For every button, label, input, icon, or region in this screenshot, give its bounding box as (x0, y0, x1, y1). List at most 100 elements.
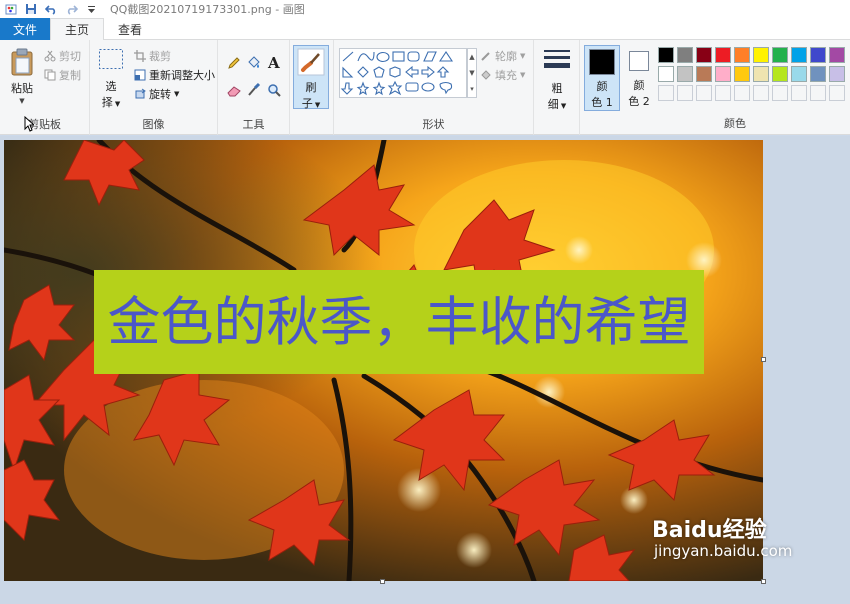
palette-swatch[interactable] (734, 66, 750, 82)
palette-swatch[interactable] (810, 66, 826, 82)
tab-file[interactable]: 文件 (0, 18, 51, 40)
palette-swatch[interactable] (753, 47, 769, 63)
palette-swatch[interactable] (696, 85, 712, 101)
line-width-icon (544, 50, 570, 68)
size-button[interactable]: 粗 细 ▼ (540, 48, 574, 111)
tools-group: A 工具 (218, 40, 290, 135)
rotate-dropdown-arrow[interactable]: ▼ (174, 90, 179, 98)
outline-button[interactable]: 轮廓 ▼ (480, 48, 525, 64)
size-label-bottom: 细 ▼ (547, 98, 567, 111)
colors-group-label: 颜色 (724, 117, 746, 130)
palette-swatch[interactable] (658, 47, 674, 63)
palette-swatch[interactable] (715, 47, 731, 63)
palette-swatch[interactable] (772, 66, 788, 82)
tab-home[interactable]: 主页 (50, 18, 105, 41)
brushes-label-bottom: 子 ▼ (301, 97, 321, 110)
paste-dropdown-arrow[interactable]: ▼ (6, 97, 38, 105)
resize-handle-bottom[interactable] (380, 579, 385, 584)
palette-swatch[interactable] (791, 47, 807, 63)
color1-label-bottom: 色 1 (591, 96, 613, 109)
palette-swatch[interactable] (810, 47, 826, 63)
palette-swatch[interactable] (715, 66, 731, 82)
palette-swatch[interactable] (677, 85, 693, 101)
pencil-icon[interactable] (227, 56, 241, 70)
palette-swatch[interactable] (772, 47, 788, 63)
palette-swatch[interactable] (829, 85, 845, 101)
crop-button[interactable]: 裁剪 (134, 48, 171, 64)
rotate-button[interactable]: 旋转 ▼ (134, 86, 179, 102)
color2-label-top: 颜 (633, 79, 645, 92)
copy-icon (44, 69, 56, 81)
copy-button[interactable]: 复制 (44, 67, 81, 83)
palette-swatch[interactable] (829, 47, 845, 63)
redo-icon[interactable] (64, 2, 78, 16)
resize-button[interactable]: 重新调整大小 (134, 67, 215, 83)
outline-label: 轮廓 (495, 50, 517, 63)
clipboard-group-label: 剪贴板 (28, 118, 61, 131)
paint-app-icon (4, 2, 18, 16)
eraser-icon[interactable] (227, 84, 242, 97)
palette-swatch[interactable] (810, 85, 826, 101)
crop-label: 裁剪 (149, 50, 171, 63)
text-tool-icon[interactable]: A (267, 54, 282, 70)
palette-swatch[interactable] (677, 66, 693, 82)
palette-swatch[interactable] (734, 47, 750, 63)
selection-icon (99, 49, 123, 69)
tab-view[interactable]: 查看 (104, 18, 156, 40)
size-label-top: 粗 (551, 82, 563, 95)
rotate-label: 旋转 (149, 88, 171, 101)
cut-label: 剪切 (59, 50, 81, 63)
fill-bucket-icon[interactable] (246, 55, 261, 70)
magnifier-icon[interactable] (267, 83, 281, 97)
palette-swatch[interactable] (696, 66, 712, 82)
palette-swatch[interactable] (829, 66, 845, 82)
palette-swatch[interactable] (734, 85, 750, 101)
paste-label: 粘贴 (11, 82, 33, 95)
save-icon[interactable] (24, 2, 38, 16)
select-button[interactable]: 选 择 ▼ (96, 48, 126, 112)
rotate-icon (135, 88, 146, 99)
cut-button[interactable]: 剪切 (44, 48, 81, 64)
resize-icon (134, 69, 146, 81)
size-group: 粗 细 ▼ (534, 40, 580, 135)
resize-handle-right[interactable] (761, 357, 766, 362)
tools-group-label: 工具 (242, 118, 265, 131)
brushes-button[interactable]: 刷 子 ▼ (293, 45, 329, 110)
fill-button[interactable]: 填充 ▼ (480, 67, 525, 83)
color-picker-icon[interactable] (247, 82, 261, 97)
palette-swatch[interactable] (791, 66, 807, 82)
palette-swatch[interactable] (753, 66, 769, 82)
ribbon-tabs: 文件 主页 查看 (0, 18, 850, 41)
svg-text:A: A (267, 54, 280, 70)
palette-swatch[interactable] (772, 85, 788, 101)
palette-swatch[interactable] (658, 85, 674, 101)
shapes-gallery-scroll[interactable]: ▲ ▼ ▾ (467, 48, 477, 98)
palette-swatch[interactable] (791, 85, 807, 101)
palette-swatch[interactable] (753, 85, 769, 101)
palette-swatch[interactable] (696, 47, 712, 63)
palette-swatch[interactable] (658, 66, 674, 82)
palette-swatch[interactable] (677, 47, 693, 63)
color1-button[interactable]: 颜 色 1 (584, 45, 620, 111)
window-title: QQ截图20210719173301.png - 画图 (110, 3, 305, 16)
palette-swatch[interactable] (715, 85, 731, 101)
image-group-label: 图像 (142, 118, 165, 131)
paste-icon (11, 48, 33, 76)
undo-icon[interactable] (44, 2, 58, 16)
resize-handle-corner[interactable] (761, 579, 766, 584)
shapes-gallery-icons (340, 51, 454, 96)
clipboard-group: 粘贴 ▼ 剪切 复制 剪贴板 (0, 40, 90, 135)
shapes-gallery[interactable] (339, 48, 467, 98)
canvas[interactable]: 金色的秋季，丰收的希望 (4, 140, 763, 581)
brush-icon (297, 48, 325, 76)
color1-swatch (589, 49, 615, 75)
outline-icon (481, 52, 490, 61)
baidu-watermark: Baidu经验 (652, 518, 767, 543)
fill-icon (481, 70, 491, 80)
fill-label: 填充 (495, 69, 517, 82)
customize-toolbar-icon[interactable] (84, 2, 98, 16)
select-label-bottom: 择 ▼ (101, 96, 121, 109)
paste-button[interactable]: 粘贴 ▼ (6, 46, 38, 110)
color2-button[interactable]: 颜 色 2 (622, 45, 656, 111)
copy-label: 复制 (59, 69, 81, 82)
